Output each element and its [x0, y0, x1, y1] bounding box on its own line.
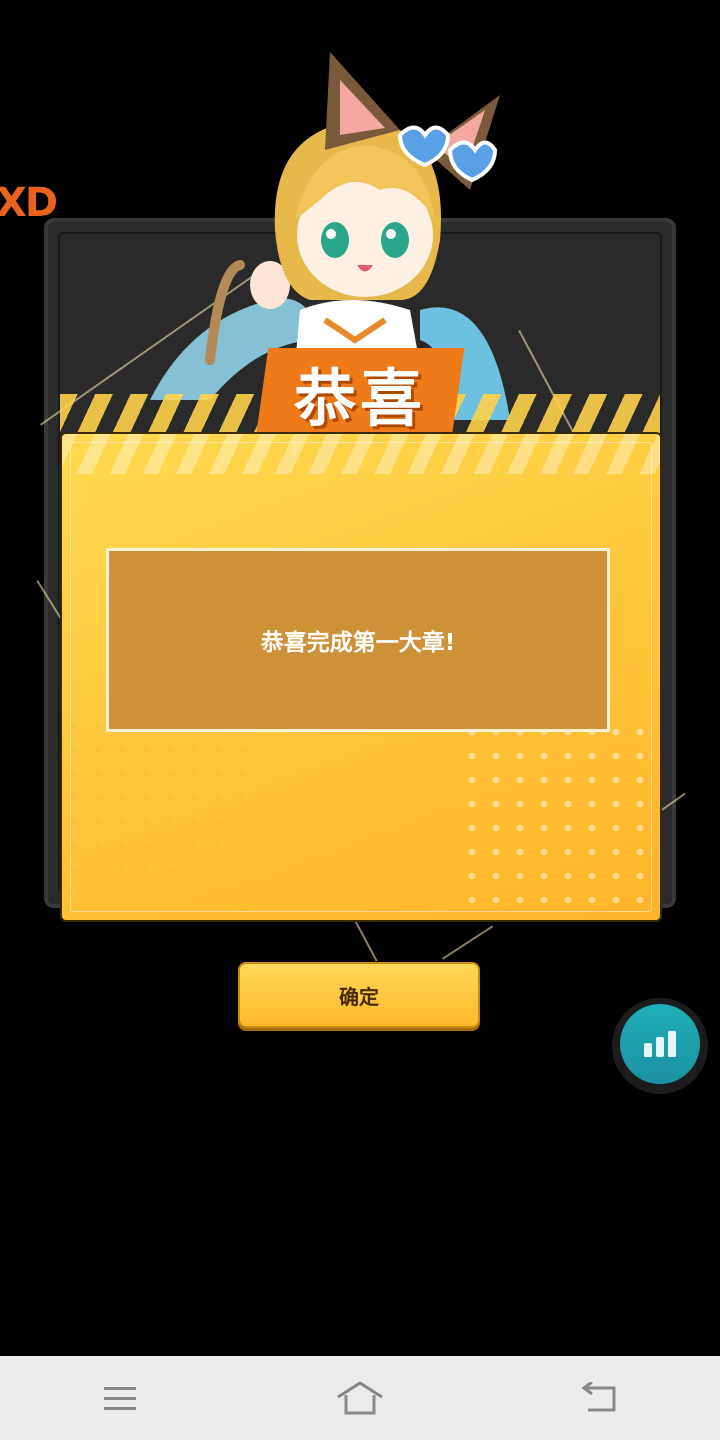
confirm-button-label: 确定 — [339, 984, 379, 1009]
stats-floating-button[interactable] — [620, 1004, 700, 1084]
system-navbar — [0, 1356, 720, 1440]
nav-home-button[interactable] — [320, 1368, 400, 1428]
card-dot-pattern-left — [62, 714, 262, 894]
card-dot-pattern — [460, 720, 660, 920]
decor-line — [442, 925, 494, 960]
dialog-title: 恭喜 — [293, 362, 426, 435]
confirm-button[interactable]: 确定 — [238, 962, 480, 1028]
decor-line — [354, 920, 378, 962]
bar-chart-icon — [644, 1031, 676, 1057]
nav-menu-button[interactable] — [80, 1368, 160, 1428]
home-icon — [337, 1381, 383, 1415]
nav-back-button[interactable] — [560, 1368, 640, 1428]
menu-icon — [104, 1387, 136, 1410]
dialog-message: 恭喜完成第一大章! — [260, 630, 456, 656]
dialog-message-box: 恭喜完成第一大章! — [106, 548, 610, 732]
back-icon — [581, 1382, 616, 1412]
